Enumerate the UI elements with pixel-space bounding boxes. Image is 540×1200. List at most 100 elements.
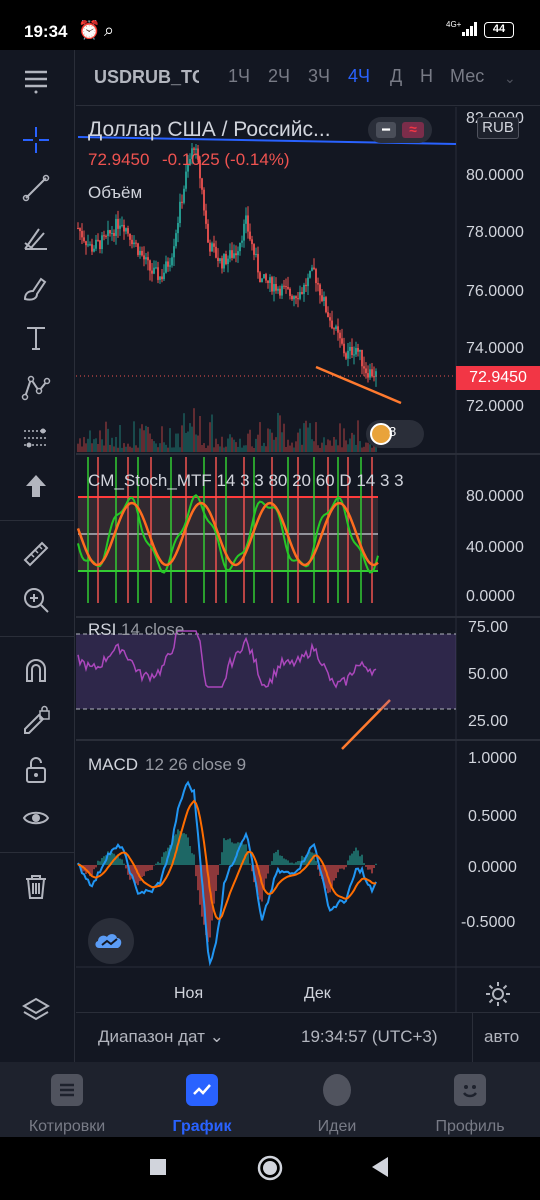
home-icon[interactable] xyxy=(257,1155,283,1181)
candle-body xyxy=(321,295,323,301)
macd-legend-name[interactable]: MACD xyxy=(88,755,138,775)
macd-hist-bar xyxy=(143,865,145,876)
timeframe-4h[interactable]: 4Ч xyxy=(348,66,370,87)
recents-icon[interactable] xyxy=(150,1159,166,1175)
volume-bar xyxy=(295,441,297,452)
candle-body xyxy=(217,257,219,262)
volume-bar xyxy=(273,439,275,452)
volume-bar xyxy=(315,422,317,452)
candle-body xyxy=(89,244,91,246)
gear-icon[interactable] xyxy=(484,980,512,1008)
wave-icon[interactable]: ≈ xyxy=(402,122,424,138)
volume-bar xyxy=(175,433,177,452)
macd-hist-bar xyxy=(221,852,223,865)
candle-body xyxy=(363,366,365,369)
candle-body xyxy=(285,286,287,288)
stoch-legend[interactable]: CM_Stoch_MTF 14 3 3 80 20 60 D 14 3 3 xyxy=(88,471,404,491)
nav-quotes[interactable]: Котировки xyxy=(7,1074,127,1136)
chart-canvas[interactable]: 82.0000 80.0000 78.0000 76.0000 74.0000 … xyxy=(76,107,540,1012)
timeframe-month[interactable]: Мес xyxy=(450,66,484,87)
symbol-title[interactable]: Доллар США / Российс... xyxy=(88,118,331,142)
candle-body xyxy=(279,288,281,296)
auto-scale-button[interactable]: авто xyxy=(484,1027,519,1047)
candle-body xyxy=(255,253,257,255)
candle-body xyxy=(237,251,239,256)
volume-bar xyxy=(159,443,161,452)
volume-legend[interactable]: Объём xyxy=(88,183,142,203)
macd-hist-bar xyxy=(93,865,95,870)
date-range-selector[interactable]: Диапазон дат ⌄ xyxy=(98,1027,224,1047)
volume-bar xyxy=(361,447,363,452)
volume-bar xyxy=(235,442,237,452)
unlock-icon[interactable] xyxy=(12,748,60,792)
volume-bar xyxy=(335,439,337,452)
timeframe-2h[interactable]: 2Ч xyxy=(268,66,290,87)
time-label-nov: Ноя xyxy=(174,985,204,1002)
crosshair-icon[interactable] xyxy=(12,118,60,162)
price-tick: 72.0000 xyxy=(466,398,524,415)
volume-bar xyxy=(107,428,109,452)
cloud-logo-icon[interactable] xyxy=(88,918,134,964)
menu-icon[interactable] xyxy=(12,57,60,101)
volume-bar xyxy=(317,445,319,452)
economic-events-badge[interactable]: 8 xyxy=(366,420,424,448)
volume-bar xyxy=(345,440,347,452)
ruler-icon[interactable] xyxy=(12,532,60,576)
volume-bar xyxy=(291,442,293,452)
macd-hist-bar xyxy=(353,851,355,865)
rsi-legend-name[interactable]: RSI xyxy=(88,620,116,640)
volume-bar xyxy=(193,408,195,452)
candle-body xyxy=(373,376,375,378)
fib-tools-icon[interactable] xyxy=(12,216,60,260)
macd-hist-bar xyxy=(295,862,297,865)
volume-bar xyxy=(105,421,107,452)
nav-profile[interactable]: Профиль xyxy=(410,1074,530,1136)
zoom-in-icon[interactable] xyxy=(12,578,60,622)
macd-hist-bar xyxy=(195,865,197,877)
nav-chart[interactable]: График xyxy=(142,1074,262,1136)
price-tick: 80.0000 xyxy=(466,167,524,184)
price-tick: 74.0000 xyxy=(466,340,524,357)
nav-ideas[interactable]: Идеи xyxy=(277,1074,397,1136)
back-icon[interactable] xyxy=(372,1157,390,1177)
chevron-down-icon[interactable]: ⌄ xyxy=(504,70,516,87)
minus-icon[interactable]: ━ xyxy=(376,122,396,138)
search-icon: ⌕ xyxy=(104,20,115,40)
chart-mode-toggle[interactable]: ━ ≈ xyxy=(368,117,432,143)
timeframe-3h[interactable]: 3Ч xyxy=(308,66,330,87)
price-candles xyxy=(77,142,377,387)
timeframe-day[interactable]: Д xyxy=(390,66,402,87)
events-count: 8 xyxy=(389,424,397,439)
volume-bar xyxy=(155,443,157,452)
lock-drawing-icon[interactable] xyxy=(12,698,60,742)
timezone-clock[interactable]: 19:34:57 (UTC+3) xyxy=(301,1027,438,1047)
candle-body xyxy=(365,368,367,374)
candle-body xyxy=(243,223,245,241)
brush-icon[interactable] xyxy=(12,266,60,310)
macd-hist-bar xyxy=(365,865,367,867)
volume-bar xyxy=(265,446,267,452)
currency-badge[interactable]: RUB xyxy=(477,117,519,139)
macd-hist-bar xyxy=(121,859,123,865)
macd-hist-bar xyxy=(145,865,147,872)
trendline-icon[interactable] xyxy=(12,166,60,210)
pattern-icon[interactable] xyxy=(12,366,60,410)
candle-body xyxy=(159,276,161,280)
volume-bar xyxy=(321,442,323,452)
magnet-icon[interactable] xyxy=(12,648,60,692)
candle-body xyxy=(325,297,327,313)
arrow-up-icon[interactable] xyxy=(12,464,60,508)
trash-icon[interactable] xyxy=(12,864,60,908)
timeframe-week[interactable]: Н xyxy=(420,66,433,87)
eye-icon[interactable] xyxy=(12,796,60,840)
text-icon[interactable] xyxy=(12,316,60,360)
layers-icon[interactable] xyxy=(12,988,60,1032)
candle-body xyxy=(201,178,203,190)
macd-hist-bar xyxy=(331,865,333,887)
candle-body xyxy=(209,242,211,252)
symbol-selector[interactable]: USDRUB_TC xyxy=(94,67,199,88)
prediction-icon[interactable] xyxy=(12,416,60,460)
timeframe-1h[interactable]: 1Ч xyxy=(228,66,250,87)
macd-hist-bar xyxy=(125,865,127,869)
annotation-line-price[interactable] xyxy=(315,365,402,405)
